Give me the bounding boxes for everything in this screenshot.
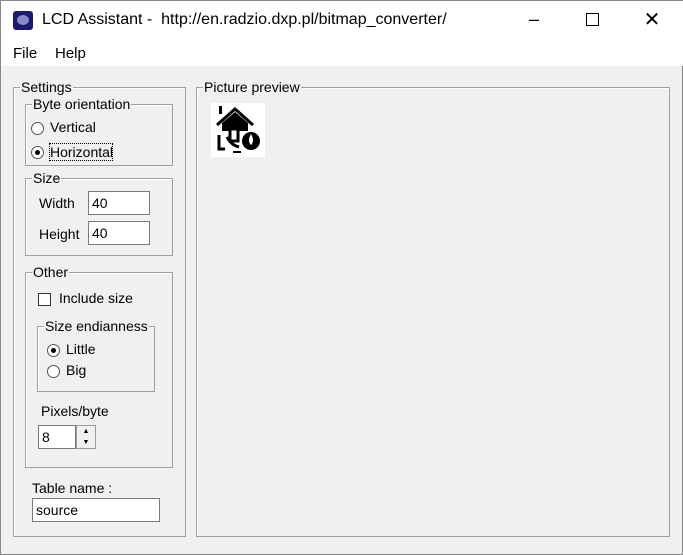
window-title: LCD Assistant - http://en.radzio.dxp.pl/… [42, 11, 447, 28]
settings-group: Settings Byte orientation Vertical Horiz… [13, 79, 186, 537]
radio-little[interactable]: Little [47, 341, 96, 357]
picture-preview-group: Picture preview [196, 79, 670, 537]
other-label: Other [32, 264, 70, 280]
minimize-button[interactable]: – [511, 1, 557, 38]
radio-icon [47, 343, 60, 357]
size-group: Size Width 40 Height 40 [25, 170, 173, 256]
pixels-per-byte-label: Pixels/byte [41, 403, 109, 419]
radio-icon [31, 145, 44, 159]
menu-file[interactable]: File [13, 45, 37, 62]
radio-horizontal[interactable]: Horizontal [31, 143, 113, 162]
size-endianness-group: Size endianness Little Big [37, 318, 155, 392]
radio-label: Vertical [50, 119, 96, 135]
close-button[interactable]: ✕ [629, 1, 675, 38]
height-label: Height [39, 226, 80, 242]
include-size-checkbox[interactable]: Include size [38, 290, 133, 306]
height-input[interactable]: 40 [88, 221, 150, 245]
radio-icon [47, 364, 60, 378]
house-water-icon [216, 106, 260, 153]
radio-icon [31, 121, 44, 135]
maximize-button[interactable] [569, 1, 615, 38]
title-bar: LCD Assistant - http://en.radzio.dxp.pl/… [1, 1, 683, 38]
app-icon [13, 11, 33, 30]
width-input[interactable]: 40 [88, 191, 150, 215]
settings-label: Settings [20, 79, 73, 95]
menu-bar: File Help [1, 38, 683, 66]
pixels-per-byte-spinner[interactable]: ▲ ▼ [76, 425, 96, 449]
include-size-label: Include size [59, 290, 133, 306]
radio-label: Horizontal [49, 143, 113, 162]
radio-vertical[interactable]: Vertical [31, 119, 96, 135]
endianness-label: Size endianness [44, 318, 149, 334]
byte-orientation-label: Byte orientation [32, 96, 132, 112]
preview-image [211, 103, 265, 157]
checkbox-icon [38, 292, 51, 306]
byte-orientation-group: Byte orientation Vertical Horizontal [25, 96, 173, 166]
radio-label: Big [66, 362, 87, 378]
other-group: Other Include size Size endianness Littl… [25, 264, 173, 468]
width-label: Width [39, 195, 75, 211]
menu-help[interactable]: Help [55, 45, 86, 62]
pixels-per-byte-input[interactable]: 8 [38, 425, 76, 449]
radio-label: Little [66, 341, 96, 357]
size-label: Size [32, 170, 62, 186]
radio-big[interactable]: Big [47, 362, 86, 378]
picture-preview-label: Picture preview [203, 79, 301, 95]
table-name-input[interactable]: source [32, 498, 160, 522]
table-name-label: Table name : [32, 480, 113, 496]
